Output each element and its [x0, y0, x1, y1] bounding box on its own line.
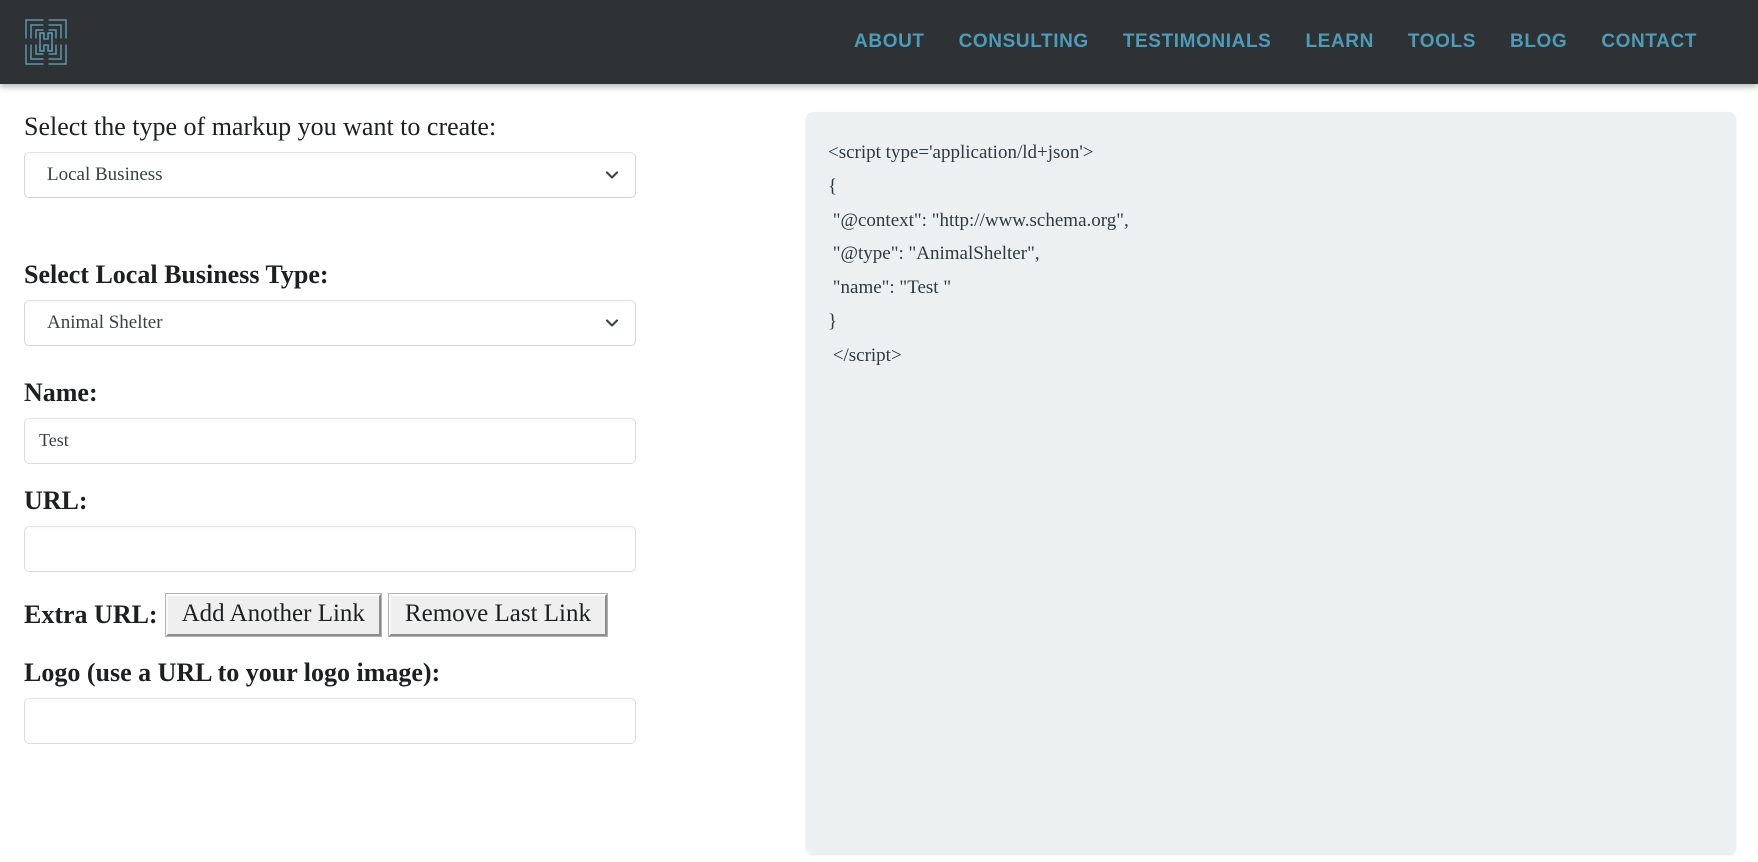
business-type-label: Select Local Business Type:: [24, 260, 786, 290]
monogram-logo-icon: [25, 19, 67, 65]
nav-item-tools[interactable]: TOOLS: [1391, 23, 1493, 61]
main-navigation: ABOUT CONSULTING TESTIMONIALS LEARN TOOL…: [837, 23, 1714, 61]
remove-last-link-button[interactable]: Remove Last Link: [389, 594, 607, 636]
code-line: <script type='application/ld+json'>: [828, 136, 1708, 170]
logo-label: Logo (use a URL to your logo image):: [24, 658, 786, 688]
extra-url-row: Extra URL: Add Another Link Remove Last …: [24, 594, 786, 636]
code-line: "@type": "AnimalShelter",: [828, 237, 1708, 271]
code-line: {: [828, 170, 1708, 204]
extra-url-label: Extra URL:: [24, 600, 158, 630]
code-line: }: [828, 305, 1708, 339]
nav-item-about[interactable]: ABOUT: [837, 23, 942, 61]
business-type-select[interactable]: Animal Shelter: [24, 300, 636, 346]
business-type-select-value[interactable]: Animal Shelter: [24, 300, 636, 346]
nav-item-learn[interactable]: LEARN: [1288, 23, 1390, 61]
page-body: Select the type of markup you want to cr…: [0, 84, 1758, 862]
nav-item-testimonials[interactable]: TESTIMONIALS: [1106, 23, 1289, 61]
output-column: <script type='application/ld+json'> { "@…: [806, 112, 1758, 854]
name-input[interactable]: [24, 418, 636, 464]
url-label: URL:: [24, 486, 786, 516]
logo-input[interactable]: [24, 698, 636, 744]
site-header: ABOUT CONSULTING TESTIMONIALS LEARN TOOL…: [0, 0, 1758, 84]
add-another-link-button[interactable]: Add Another Link: [166, 594, 381, 636]
markup-type-select[interactable]: Local Business: [24, 152, 636, 198]
url-input[interactable]: [24, 526, 636, 572]
markup-type-label: Select the type of markup you want to cr…: [24, 112, 786, 142]
nav-item-contact[interactable]: CONTACT: [1584, 23, 1714, 61]
nav-item-blog[interactable]: BLOG: [1493, 23, 1584, 61]
nav-item-consulting[interactable]: CONSULTING: [942, 23, 1106, 61]
generated-markup-panel[interactable]: <script type='application/ld+json'> { "@…: [806, 112, 1736, 854]
code-line: "name": "Test ": [828, 271, 1708, 305]
name-label: Name:: [24, 378, 786, 408]
markup-type-select-value[interactable]: Local Business: [24, 152, 636, 198]
site-logo[interactable]: [24, 18, 68, 66]
markup-generator-form: Select the type of markup you want to cr…: [0, 112, 806, 744]
code-line: </script>: [828, 339, 1708, 373]
code-line: "@context": "http://www.schema.org",: [828, 204, 1708, 238]
